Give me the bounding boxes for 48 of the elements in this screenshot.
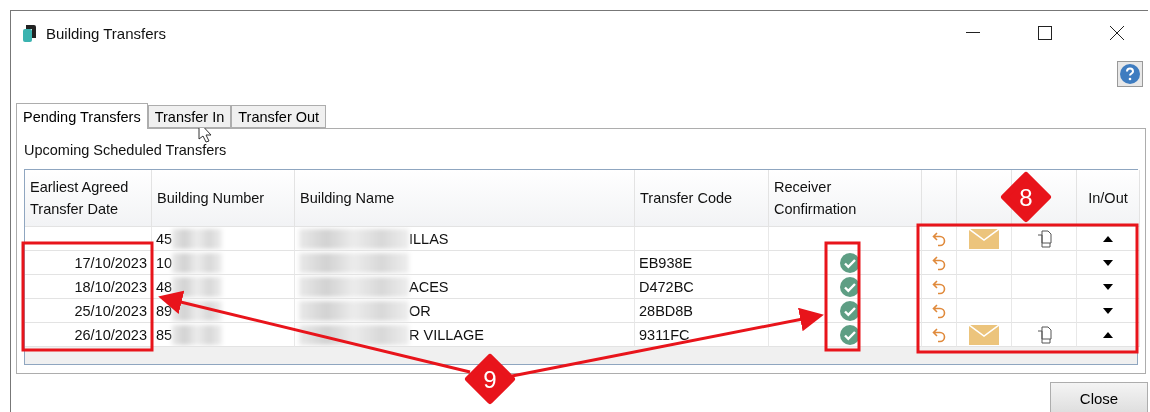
envelope-icon[interactable] <box>969 228 999 249</box>
table-cell-text: 45 <box>156 230 173 247</box>
tab[interactable]: Transfer Out <box>231 105 327 128</box>
envelope-icon[interactable] <box>969 324 999 345</box>
copy-icon[interactable] <box>1036 229 1052 248</box>
minimize-icon <box>966 32 980 34</box>
help-button[interactable] <box>1117 61 1143 87</box>
column-header: Transfer Code <box>635 170 769 227</box>
table-cell-text: 48 <box>156 278 173 295</box>
column-header: Earliest Agreed Transfer Date <box>25 170 152 227</box>
undo-arrow-icon[interactable] <box>932 278 946 295</box>
table-cell: 9311FC <box>635 323 769 347</box>
table-cell-text: ILLAS <box>409 230 449 247</box>
table-cell: 28BD8B <box>635 299 769 323</box>
check-circle-icon <box>840 276 860 297</box>
column-header: Building Name <box>295 170 635 227</box>
table-cell: 18/10/2023 <box>25 275 152 299</box>
tab[interactable]: Transfer In <box>147 105 232 128</box>
app-icon <box>23 24 36 42</box>
callout-marker: 8 <box>1001 172 1051 222</box>
table-cell: 25/10/2023 <box>25 299 152 323</box>
column-header: Building Number <box>152 170 295 227</box>
table-cell-text: 89 <box>156 302 173 319</box>
table-cell-text: R VILLAGE <box>409 326 484 343</box>
copy-icon[interactable] <box>1036 325 1052 344</box>
table-cell: D472BC <box>635 275 769 299</box>
close-button[interactable]: Close <box>1050 382 1148 412</box>
check-circle-icon <box>840 252 860 273</box>
maximize-icon <box>1038 26 1052 40</box>
column-header: Receiver Confirmation <box>769 170 922 227</box>
section-label: Upcoming Scheduled Transfers <box>24 142 227 160</box>
undo-arrow-icon[interactable] <box>932 302 946 319</box>
undo-arrow-icon[interactable] <box>932 254 946 271</box>
table-cell-text: 85 <box>156 326 173 343</box>
table-cell-text: ACES <box>409 278 449 295</box>
column-header: In/Out <box>1077 170 1140 227</box>
callout-marker: 9 <box>465 354 515 404</box>
undo-arrow-icon[interactable] <box>932 326 946 343</box>
undo-arrow-icon[interactable] <box>932 230 946 247</box>
table-cell-text: 10 <box>156 254 173 271</box>
window-title: Building Transfers <box>46 24 168 42</box>
table-cell-text: OR <box>409 302 431 319</box>
table-cell: 17/10/2023 <box>25 251 152 275</box>
close-icon <box>1110 26 1124 40</box>
tab[interactable]: Pending Transfers <box>16 103 148 129</box>
table-cell: 26/10/2023 <box>25 323 152 347</box>
table-cell: EB938E <box>635 251 769 275</box>
check-circle-icon <box>840 300 860 321</box>
